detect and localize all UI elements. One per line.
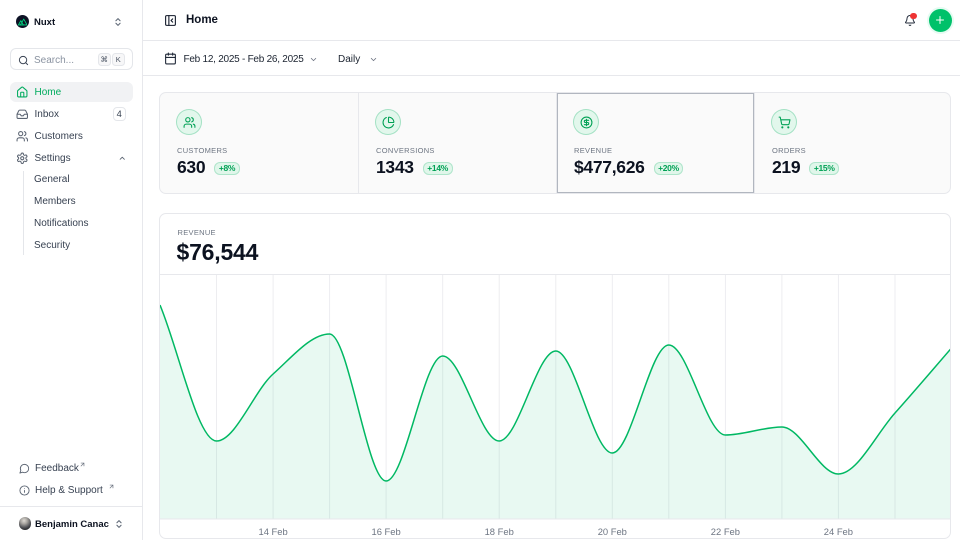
svg-text:18 Feb: 18 Feb xyxy=(485,526,514,537)
svg-text:14 Feb: 14 Feb xyxy=(259,526,288,537)
svg-text:16 Feb: 16 Feb xyxy=(372,526,401,537)
svg-text:24 Feb: 24 Feb xyxy=(824,526,853,537)
svg-text:20 Feb: 20 Feb xyxy=(598,526,627,537)
svg-text:22 Feb: 22 Feb xyxy=(711,526,740,537)
